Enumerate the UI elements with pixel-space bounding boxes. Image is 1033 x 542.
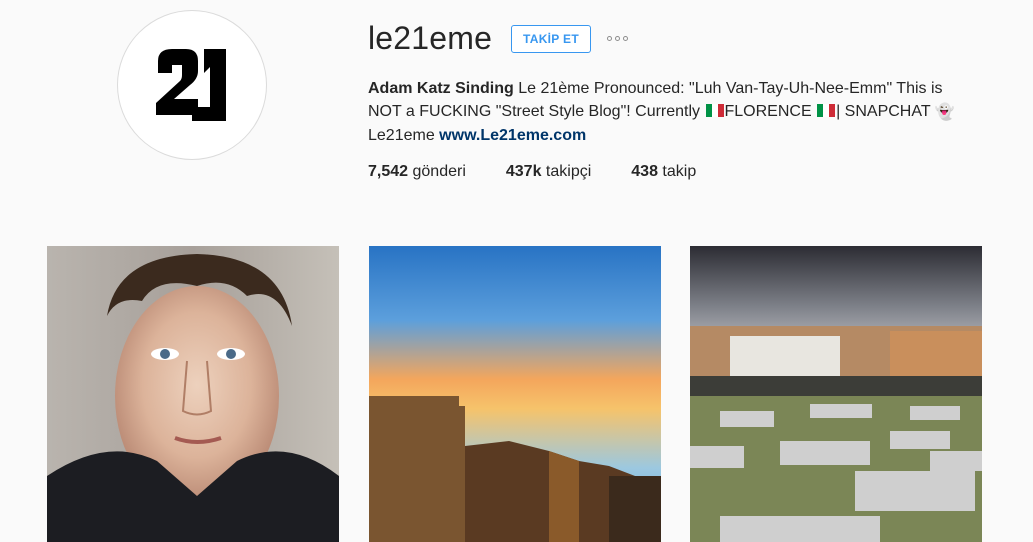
profile-full-name: Adam Katz Sinding — [368, 80, 514, 97]
dot-icon — [607, 36, 612, 41]
le21eme-logo — [152, 45, 232, 125]
posts-stat: 7,542 gönderi — [368, 161, 466, 183]
post-thumbnail-installation[interactable] — [690, 246, 982, 542]
profile-stats: 7,542 gönderi 437k takipçi 438 takip — [368, 161, 736, 183]
profile-bio: Adam Katz Sinding Le 21ème Pronounced: "… — [368, 77, 968, 147]
followers-stat[interactable]: 437k takipçi — [506, 161, 591, 183]
italy-flag-icon — [705, 104, 724, 117]
post-thumbnail-sunset[interactable] — [369, 246, 661, 542]
eyes-installation-photo — [690, 246, 982, 542]
portrait-photo — [47, 246, 339, 542]
posts-label: gönderi — [408, 163, 466, 180]
bio-text: FLORENCE — [724, 103, 817, 120]
following-count: 438 — [631, 163, 658, 180]
ellipsis-icon[interactable] — [607, 36, 628, 41]
following-stat[interactable]: 438 takip — [631, 161, 696, 183]
bio-link[interactable]: www.Le21eme.com — [439, 127, 586, 144]
posts-count: 7,542 — [368, 163, 409, 180]
profile-avatar — [117, 10, 267, 160]
ghost-emoji-icon: 👻 — [934, 104, 955, 121]
bio-text: | SNAPCHAT — [836, 103, 935, 120]
bio-text: Le21eme — [368, 127, 440, 144]
following-label: takip — [657, 163, 697, 180]
dot-icon — [623, 36, 628, 41]
dot-icon — [615, 36, 620, 41]
followers-count: 437k — [505, 163, 542, 180]
italy-flag-icon — [817, 104, 836, 117]
profile-username: le21eme — [368, 20, 493, 56]
follow-button[interactable]: TAKİP ET — [511, 25, 591, 53]
followers-label: takipçi — [541, 163, 592, 180]
sunset-building-photo — [369, 246, 661, 542]
post-thumbnail-portrait[interactable] — [47, 246, 339, 542]
